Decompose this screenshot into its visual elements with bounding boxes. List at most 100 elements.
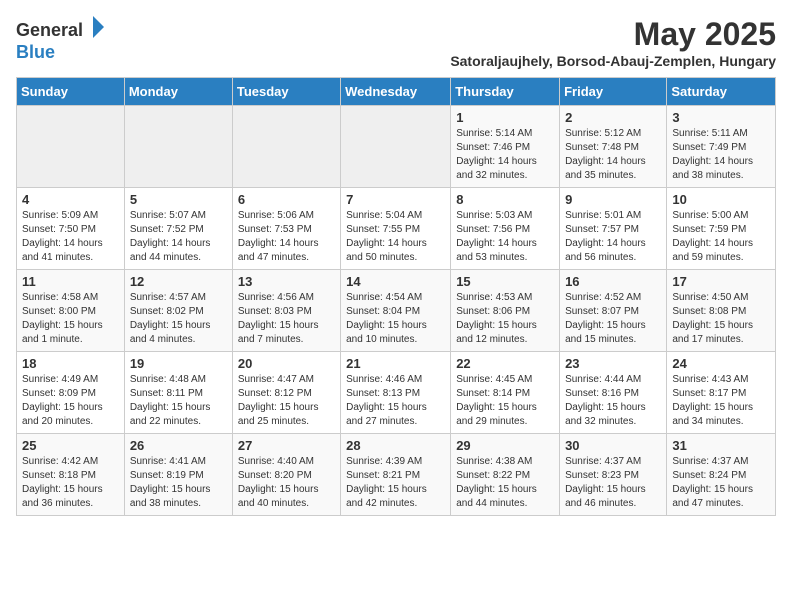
calendar-week-3: 11Sunrise: 4:58 AM Sunset: 8:00 PM Dayli… xyxy=(17,270,776,352)
day-number: 28 xyxy=(346,438,445,453)
month-title: May 2025 xyxy=(450,16,776,53)
day-info: Sunrise: 4:37 AM Sunset: 8:23 PM Dayligh… xyxy=(565,455,661,511)
calendar-day-cell: 15 Sunrise: 4:53 AM Sunset: 8:06 PM Dayli… xyxy=(451,270,560,352)
day-number: 24 xyxy=(672,356,770,371)
day-info: Sunrise: 4:45 AM Sunset: 8:14 PM Dayligh… xyxy=(456,373,554,429)
calendar-week-5: 25 Sunrise: 4:42 AM Sunset: 8:18 PM Dayli… xyxy=(17,434,776,516)
title-block: May 2025 Satoraljaujhely, Borsod-Abauj-Z… xyxy=(450,16,776,69)
calendar-day-cell: 3 Sunrise: 5:11 AM Sunset: 7:49 PM Daylig… xyxy=(667,106,776,188)
general-blue-logo: General Blue xyxy=(16,16,116,62)
day-info: Sunrise: 4:49 AM Sunset: 8:09 PM Dayligh… xyxy=(22,373,119,429)
day-number: 23 xyxy=(565,356,661,371)
day-info: Sunrise: 5:03 AM Sunset: 7:56 PM Dayligh… xyxy=(456,209,554,265)
weekday-header-saturday: Saturday xyxy=(667,78,776,106)
day-info: Sunrise: 5:07 AM Sunset: 7:52 PM Dayligh… xyxy=(130,209,227,265)
day-info: Sunrise: 4:52 AM Sunset: 8:07 PM Dayligh… xyxy=(565,291,661,347)
calendar-day-cell: 30 Sunrise: 4:37 AM Sunset: 8:23 PM Dayli… xyxy=(560,434,667,516)
calendar-day-cell: 27 Sunrise: 4:40 AM Sunset: 8:20 PM Dayli… xyxy=(232,434,340,516)
calendar-day-cell: 10 Sunrise: 5:00 AM Sunset: 7:59 PM Dayli… xyxy=(667,188,776,270)
day-info: Sunrise: 4:48 AM Sunset: 8:11 PM Dayligh… xyxy=(130,373,227,429)
day-number: 22 xyxy=(456,356,554,371)
day-info: Sunrise: 4:40 AM Sunset: 8:20 PM Dayligh… xyxy=(238,455,335,511)
weekday-header-friday: Friday xyxy=(560,78,667,106)
day-info: Sunrise: 4:54 AM Sunset: 8:04 PM Dayligh… xyxy=(346,291,445,347)
day-number: 3 xyxy=(672,110,770,125)
calendar-day-cell: 7Sunrise: 5:04 AM Sunset: 7:55 PM Daylig… xyxy=(341,188,451,270)
day-number: 21 xyxy=(346,356,445,371)
calendar-day-cell: 17Sunrise: 4:50 AM Sunset: 8:08 PM Dayli… xyxy=(667,270,776,352)
calendar-day-cell: 24 Sunrise: 4:43 AM Sunset: 8:17 PM Dayli… xyxy=(667,352,776,434)
day-number: 4 xyxy=(22,192,119,207)
day-number: 18 xyxy=(22,356,119,371)
day-number: 10 xyxy=(672,192,770,207)
calendar-day-cell: 9 Sunrise: 5:01 AM Sunset: 7:57 PM Daylig… xyxy=(560,188,667,270)
calendar-day-cell xyxy=(341,106,451,188)
calendar-day-cell: 22 Sunrise: 4:45 AM Sunset: 8:14 PM Dayli… xyxy=(451,352,560,434)
day-info: Sunrise: 4:43 AM Sunset: 8:17 PM Dayligh… xyxy=(672,373,770,429)
day-number: 9 xyxy=(565,192,661,207)
day-info: Sunrise: 5:06 AM Sunset: 7:53 PM Dayligh… xyxy=(238,209,335,265)
calendar-day-cell: 28Sunrise: 4:39 AM Sunset: 8:21 PM Dayli… xyxy=(341,434,451,516)
day-number: 6 xyxy=(238,192,335,207)
day-info: Sunrise: 4:56 AM Sunset: 8:03 PM Dayligh… xyxy=(238,291,335,347)
day-info: Sunrise: 4:38 AM Sunset: 8:22 PM Dayligh… xyxy=(456,455,554,511)
calendar-day-cell xyxy=(232,106,340,188)
location-subtitle: Satoraljaujhely, Borsod-Abauj-Zemplen, H… xyxy=(450,53,776,69)
day-number: 30 xyxy=(565,438,661,453)
calendar-day-cell: 26Sunrise: 4:41 AM Sunset: 8:19 PM Dayli… xyxy=(124,434,232,516)
day-number: 14 xyxy=(346,274,445,289)
calendar-day-cell: 13 Sunrise: 4:56 AM Sunset: 8:03 PM Dayli… xyxy=(232,270,340,352)
day-info: Sunrise: 5:09 AM Sunset: 7:50 PM Dayligh… xyxy=(22,209,119,265)
day-info: Sunrise: 4:42 AM Sunset: 8:18 PM Dayligh… xyxy=(22,455,119,511)
calendar-day-cell: 25 Sunrise: 4:42 AM Sunset: 8:18 PM Dayli… xyxy=(17,434,125,516)
day-number: 19 xyxy=(130,356,227,371)
day-number: 13 xyxy=(238,274,335,289)
day-number: 15 xyxy=(456,274,554,289)
calendar-day-cell: 16 Sunrise: 4:52 AM Sunset: 8:07 PM Dayli… xyxy=(560,270,667,352)
calendar-day-cell: 23 Sunrise: 4:44 AM Sunset: 8:16 PM Dayli… xyxy=(560,352,667,434)
weekday-header-wednesday: Wednesday xyxy=(341,78,451,106)
day-info: Sunrise: 4:37 AM Sunset: 8:24 PM Dayligh… xyxy=(672,455,770,511)
calendar-day-cell: 19 Sunrise: 4:48 AM Sunset: 8:11 PM Dayli… xyxy=(124,352,232,434)
day-info: Sunrise: 4:53 AM Sunset: 8:06 PM Dayligh… xyxy=(456,291,554,347)
calendar-day-cell: 12 Sunrise: 4:57 AM Sunset: 8:02 PM Dayli… xyxy=(124,270,232,352)
calendar-table: SundayMondayTuesdayWednesdayThursdayFrid… xyxy=(16,77,776,516)
svg-text:Blue: Blue xyxy=(16,42,55,62)
day-number: 12 xyxy=(130,274,227,289)
day-info: Sunrise: 5:12 AM Sunset: 7:48 PM Dayligh… xyxy=(565,127,661,183)
calendar-day-cell: 2 Sunrise: 5:12 AM Sunset: 7:48 PM Daylig… xyxy=(560,106,667,188)
calendar-day-cell: 21Sunrise: 4:46 AM Sunset: 8:13 PM Dayli… xyxy=(341,352,451,434)
day-number: 29 xyxy=(456,438,554,453)
day-number: 2 xyxy=(565,110,661,125)
calendar-day-cell: 31 Sunrise: 4:37 AM Sunset: 8:24 PM Dayli… xyxy=(667,434,776,516)
weekday-header-tuesday: Tuesday xyxy=(232,78,340,106)
day-number: 5 xyxy=(130,192,227,207)
day-info: Sunrise: 5:04 AM Sunset: 7:55 PM Dayligh… xyxy=(346,209,445,265)
calendar-day-cell: 1Sunrise: 5:14 AM Sunset: 7:46 PM Daylig… xyxy=(451,106,560,188)
calendar-day-cell: 4 Sunrise: 5:09 AM Sunset: 7:50 PM Daylig… xyxy=(17,188,125,270)
calendar-day-cell xyxy=(17,106,125,188)
day-number: 16 xyxy=(565,274,661,289)
calendar-day-cell: 11Sunrise: 4:58 AM Sunset: 8:00 PM Dayli… xyxy=(17,270,125,352)
day-info: Sunrise: 5:11 AM Sunset: 7:49 PM Dayligh… xyxy=(672,127,770,183)
weekday-header-monday: Monday xyxy=(124,78,232,106)
calendar-day-cell: 8Sunrise: 5:03 AM Sunset: 7:56 PM Daylig… xyxy=(451,188,560,270)
calendar-day-cell: 14 Sunrise: 4:54 AM Sunset: 8:04 PM Dayli… xyxy=(341,270,451,352)
day-number: 27 xyxy=(238,438,335,453)
day-number: 25 xyxy=(22,438,119,453)
calendar-day-cell: 18 Sunrise: 4:49 AM Sunset: 8:09 PM Dayli… xyxy=(17,352,125,434)
day-info: Sunrise: 5:01 AM Sunset: 7:57 PM Dayligh… xyxy=(565,209,661,265)
calendar-week-4: 18 Sunrise: 4:49 AM Sunset: 8:09 PM Dayli… xyxy=(17,352,776,434)
day-info: Sunrise: 4:44 AM Sunset: 8:16 PM Dayligh… xyxy=(565,373,661,429)
calendar-day-cell: 6 Sunrise: 5:06 AM Sunset: 7:53 PM Daylig… xyxy=(232,188,340,270)
day-info: Sunrise: 4:58 AM Sunset: 8:00 PM Dayligh… xyxy=(22,291,119,347)
calendar-day-cell: 29 Sunrise: 4:38 AM Sunset: 8:22 PM Dayli… xyxy=(451,434,560,516)
day-info: Sunrise: 4:50 AM Sunset: 8:08 PM Dayligh… xyxy=(672,291,770,347)
day-info: Sunrise: 4:57 AM Sunset: 8:02 PM Dayligh… xyxy=(130,291,227,347)
day-info: Sunrise: 5:14 AM Sunset: 7:46 PM Dayligh… xyxy=(456,127,554,183)
day-info: Sunrise: 4:47 AM Sunset: 8:12 PM Dayligh… xyxy=(238,373,335,429)
day-number: 31 xyxy=(672,438,770,453)
weekday-header-sunday: Sunday xyxy=(17,78,125,106)
logo: General Blue xyxy=(16,16,116,67)
day-info: Sunrise: 5:00 AM Sunset: 7:59 PM Dayligh… xyxy=(672,209,770,265)
